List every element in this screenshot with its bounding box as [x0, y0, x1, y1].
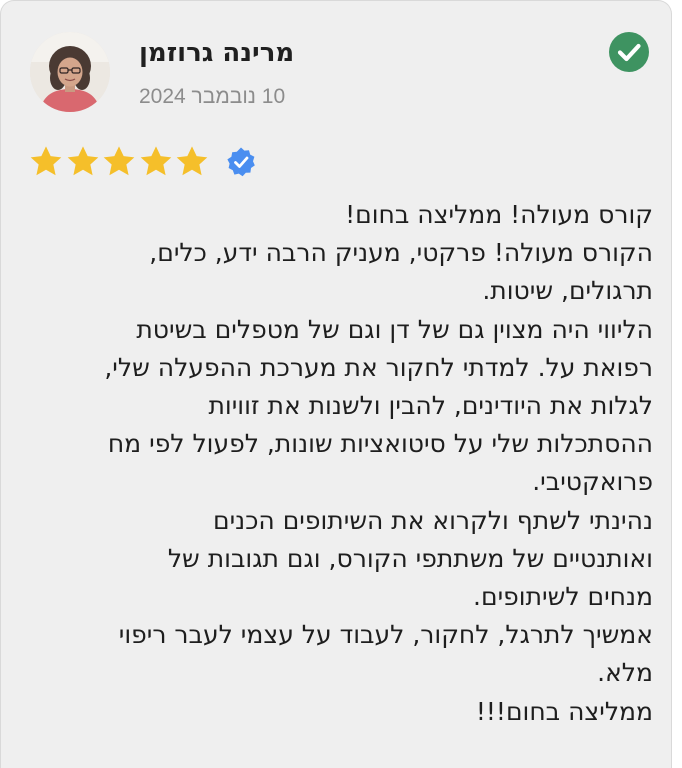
review-line: תרגולים, שיטות. [482, 276, 653, 306]
review-line: מנחים לשיתופים. [473, 582, 653, 612]
review-line: רפואת על. למדתי לחקור את מערכת ההפעלה של… [104, 352, 653, 382]
review-card: מרינה גרוזמן 10 נובמבר 2024 קורס מעולה! … [0, 0, 672, 768]
reviewer-name: מרינה גרוזמן [139, 38, 295, 68]
review-text: קורס מעולה! ממליצה בחום! הקורס מעולה! פר… [28, 196, 653, 731]
review-line: הקורס מעולה! פרקטי, מעניק הרבה ידע, כלים… [149, 238, 653, 268]
star-icon [140, 146, 171, 176]
avatar-photo [30, 32, 110, 112]
star-icon [103, 146, 135, 176]
review-line: אמשיך לתרגל, לחקור, לעבוד על עצמי לעבר ר… [118, 620, 653, 650]
verified-badge-icon [226, 147, 255, 177]
star-rating [28, 141, 257, 183]
review-line: לגלות את היודינים, להבין ולשנות את זוויו… [208, 391, 653, 421]
review-line: ממליצה בחום!!! [475, 696, 653, 726]
review-line: הליווי היה מצוין גם של דן וגם של מטפלים … [136, 314, 653, 344]
review-line: מלא. [597, 658, 653, 688]
review-line: ההסתכלות שלי על סיטואציות שונות, לפעול ל… [107, 429, 653, 459]
review-line: פרואקטיבי. [532, 467, 653, 497]
verified-check-icon [609, 32, 649, 72]
star-icon [67, 146, 98, 176]
star-icon [30, 146, 62, 176]
avatar[interactable] [30, 32, 110, 112]
review-line: ואותנטיים של משתתפי הקורס, וגם תגובות של [167, 543, 653, 573]
review-line: נהינתי לשתף ולקרוא את השיתופים הכנים [213, 505, 653, 535]
star-icon [176, 146, 208, 176]
review-date: 10 נובמבר 2024 [139, 85, 286, 108]
review-line: קורס מעולה! ממליצה בחום! [345, 200, 653, 229]
